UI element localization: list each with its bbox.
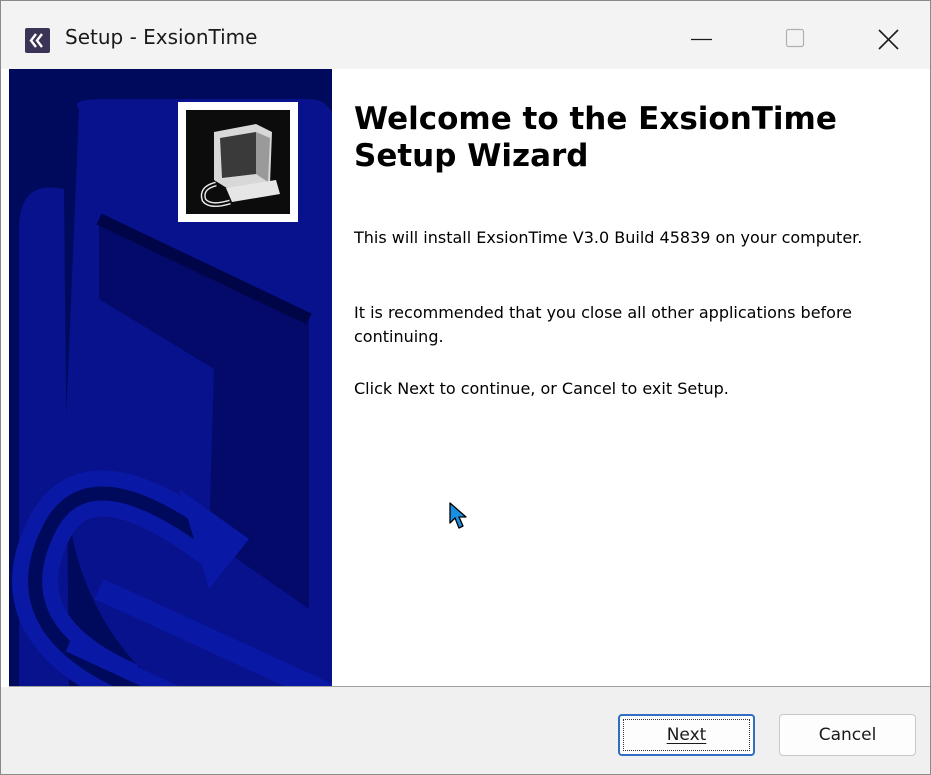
recommendation-text: It is recommended that you close all oth… xyxy=(354,303,853,346)
setup-logo xyxy=(178,102,298,222)
focus-rectangle xyxy=(623,719,750,751)
wizard-banner xyxy=(9,69,332,686)
window-title: Setup - ExsionTime xyxy=(65,25,258,49)
install-info-text: This will install ExsionTime V3.0 Build … xyxy=(354,228,863,247)
welcome-heading: Welcome to the ExsionTime Setup Wizard xyxy=(354,101,837,174)
setup-window: Setup - ExsionTime Welcome to the Exsion… xyxy=(0,0,931,775)
cancel-button[interactable]: Cancel xyxy=(779,714,916,756)
welcome-content: Welcome to the ExsionTime Setup Wizard T… xyxy=(354,101,914,398)
next-button[interactable]: Next xyxy=(618,714,755,756)
title-bar[interactable]: Setup - ExsionTime xyxy=(1,1,930,69)
instructions-text: Click Next to continue, or Cancel to exi… xyxy=(354,379,729,398)
minimize-button[interactable] xyxy=(655,1,743,69)
maximize-button[interactable] xyxy=(753,1,841,69)
computer-install-icon xyxy=(186,110,290,214)
cancel-button-label: Cancel xyxy=(818,725,877,745)
close-icon xyxy=(878,29,899,50)
mouse-pointer-icon xyxy=(449,502,467,529)
button-bar: Next Cancel xyxy=(1,687,930,774)
close-button[interactable] xyxy=(843,1,930,69)
app-icon xyxy=(25,28,50,53)
maximize-icon xyxy=(785,28,805,48)
minimize-icon xyxy=(691,38,712,41)
